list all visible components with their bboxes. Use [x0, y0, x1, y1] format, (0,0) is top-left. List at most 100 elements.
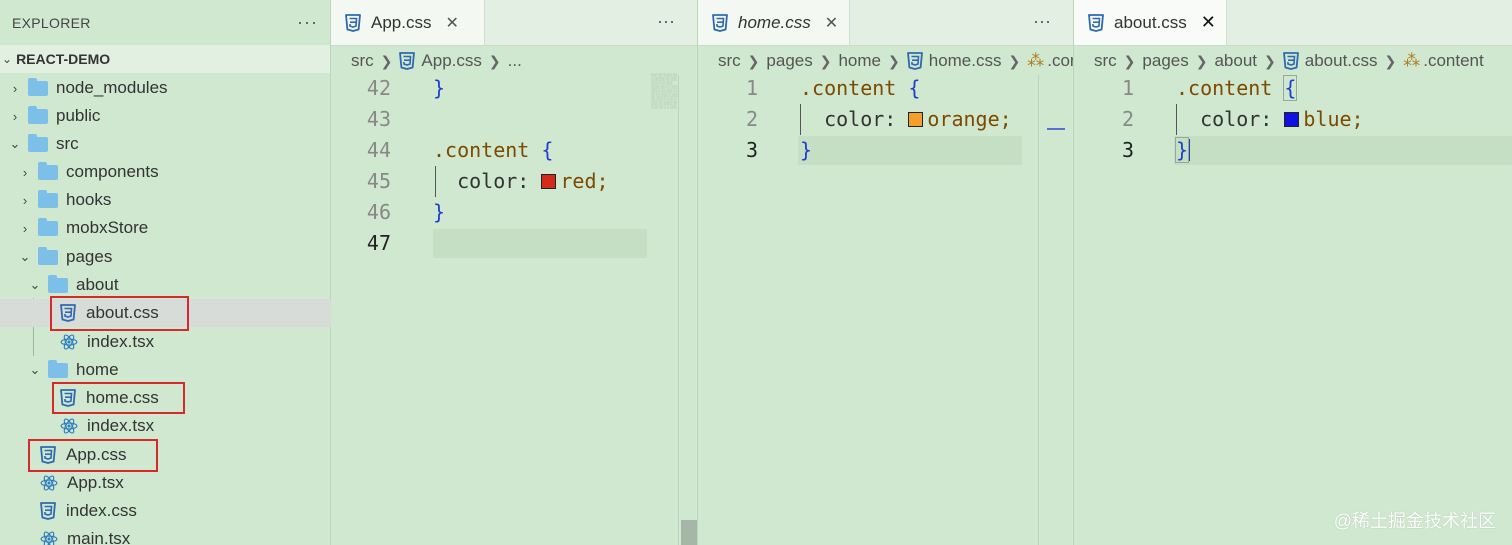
breadcrumb-item[interactable]: src [351, 51, 374, 71]
chevron-right-icon: › [12, 80, 18, 96]
tree-item-main-tsx[interactable]: main.tsx [0, 525, 331, 545]
tree-item-public[interactable]: › public [0, 102, 331, 130]
code-property: color: [1200, 107, 1273, 131]
tree-item-components[interactable]: › components [0, 158, 331, 186]
code-area[interactable]: 1 .content { 2 color: blue; 3 } [1074, 73, 1512, 166]
tree-item-src[interactable]: ⌄ src [0, 130, 331, 158]
chevron-right-icon: › [22, 220, 28, 236]
tab-label: App.css [371, 12, 432, 32]
tree-item-label: about [76, 275, 119, 294]
color-swatch-red[interactable] [541, 174, 557, 189]
close-icon[interactable]: ✕ [825, 13, 838, 33]
breadcrumb-item[interactable]: .con [1047, 51, 1073, 71]
breadcrumb-item[interactable]: ... [508, 51, 522, 71]
editor-more-icon[interactable]: ··· [1033, 11, 1051, 32]
code-value: orange; [927, 107, 1012, 131]
css3-icon [1283, 52, 1299, 70]
tree-item-hooks[interactable]: › hooks [0, 186, 331, 214]
code-line: 47 [331, 228, 697, 259]
editor-group-home-css: home.css ✕ ··· src ❯ pages ❯ home ❯ home… [698, 0, 1074, 545]
chevron-down-icon: ⌄ [19, 249, 31, 264]
close-icon[interactable]: ✕ [1201, 12, 1216, 33]
explorer-more-icon[interactable]: ··· [297, 12, 318, 33]
chevron-down-icon: ⌄ [9, 136, 21, 151]
breadcrumb-item[interactable]: pages [1142, 51, 1188, 71]
chevron-right-icon: ❯ [1008, 52, 1021, 69]
breadcrumb: src ❯ pages ❯ about ❯ about.css ❯ ⁂ .con… [1074, 46, 1512, 76]
css3-icon [40, 446, 56, 464]
tree-item-label: src [56, 134, 79, 153]
breadcrumb-item[interactable]: home [838, 51, 881, 71]
vertical-scrollbar[interactable] [681, 520, 697, 545]
breadcrumb-item[interactable]: src [718, 51, 741, 71]
css3-icon [712, 14, 728, 32]
editor-ruler [1038, 75, 1039, 545]
chevron-right-icon: › [22, 192, 28, 208]
tree-item-pages[interactable]: ⌄ pages [0, 243, 331, 271]
tab-label: about.css [1114, 12, 1187, 32]
breadcrumb-item[interactable]: home.css [929, 51, 1002, 71]
css3-icon [60, 304, 76, 322]
line-number: 44 [366, 138, 391, 162]
code-area[interactable]: 1 .content { 2 color: orange; 3 } [698, 73, 1073, 166]
breadcrumb-item[interactable]: about [1214, 51, 1257, 71]
breadcrumb-item[interactable]: pages [766, 51, 812, 71]
code-property: color: [457, 169, 530, 193]
color-swatch-orange[interactable] [908, 112, 924, 127]
tree-item-index-css[interactable]: index.css [0, 497, 331, 525]
code-token: } [433, 76, 446, 100]
code-line: 46 } [331, 197, 697, 228]
react-icon [60, 417, 78, 435]
code-line: 43 [331, 104, 697, 135]
tab-home-css[interactable]: home.css ✕ [698, 0, 850, 45]
tree-item-mobxstore[interactable]: › mobxStore [0, 214, 331, 242]
tree-item-about-css[interactable]: about.css [0, 299, 331, 327]
editor-more-icon[interactable]: ··· [657, 11, 675, 32]
tree-item-app-tsx[interactable]: App.tsx [0, 469, 331, 497]
symbol-class-icon: ⁂ [1403, 51, 1421, 70]
tree-item-app-css[interactable]: App.css [0, 441, 331, 469]
tree-item-label: mobxStore [66, 218, 149, 237]
project-root[interactable]: ⌄ REACT-DEMO [0, 45, 330, 73]
code-line: 42 } [331, 73, 697, 104]
chevron-right-icon: ❯ [1264, 52, 1276, 69]
folder-open-icon [48, 359, 68, 378]
tree-item-home-index[interactable]: index.tsx [0, 412, 331, 440]
tree-item-about[interactable]: ⌄ about [0, 271, 331, 299]
color-swatch-blue[interactable] [1284, 112, 1300, 127]
code-line: 1 .content { [1074, 73, 1512, 104]
tree-item-label: pages [66, 247, 113, 266]
folder-open-icon [48, 274, 68, 293]
text-cursor [1188, 139, 1191, 161]
chevron-right-icon: ❯ [380, 52, 393, 69]
line-number: 43 [366, 107, 391, 131]
line-number: 3 [745, 138, 758, 162]
tree-item-label: components [66, 162, 159, 181]
tree-item-label: App.css [66, 445, 127, 464]
tree-item-home-css[interactable]: home.css [0, 384, 331, 412]
code-area[interactable]: 42 } 43 44 .content { 45 color: red; 46 … [331, 73, 697, 259]
css3-icon [345, 14, 361, 32]
tab-app-css[interactable]: App.css ✕ [331, 0, 485, 45]
chevron-down-icon: ⌄ [29, 362, 41, 377]
minimap[interactable]: ░░░ ░░ ░░░░ ░░ ░ ░░░░░ ░░ ░░░ ░░░ ░ ░░ ░… [651, 73, 679, 193]
code-line: 2 color: blue; [1074, 104, 1512, 135]
tab-about-css[interactable]: about.css ✕ [1074, 0, 1227, 45]
chevron-right-icon: ❯ [819, 52, 832, 69]
close-icon[interactable]: ✕ [445, 13, 458, 33]
chevron-right-icon: ❯ [747, 52, 760, 69]
breadcrumb-item[interactable]: App.css [421, 51, 481, 71]
breadcrumb-item[interactable]: about.css [1305, 51, 1378, 71]
tree-item-node_modules[interactable]: › node_modules [0, 74, 331, 102]
breadcrumb-item[interactable]: .content [1423, 51, 1484, 71]
chevron-down-icon: ⌄ [29, 277, 41, 292]
tree-item-home[interactable]: ⌄ home [0, 356, 331, 384]
folder-open-icon [38, 246, 58, 265]
code-token: { [541, 138, 554, 162]
tree-item-label: App.tsx [67, 473, 124, 492]
tab-bar: home.css ✕ ··· [698, 0, 1073, 46]
tree-item-label: index.tsx [87, 416, 155, 435]
breadcrumb-item[interactable]: src [1094, 51, 1117, 71]
tab-label: home.css [738, 12, 811, 32]
tree-item-about-index[interactable]: index.tsx [0, 328, 331, 356]
